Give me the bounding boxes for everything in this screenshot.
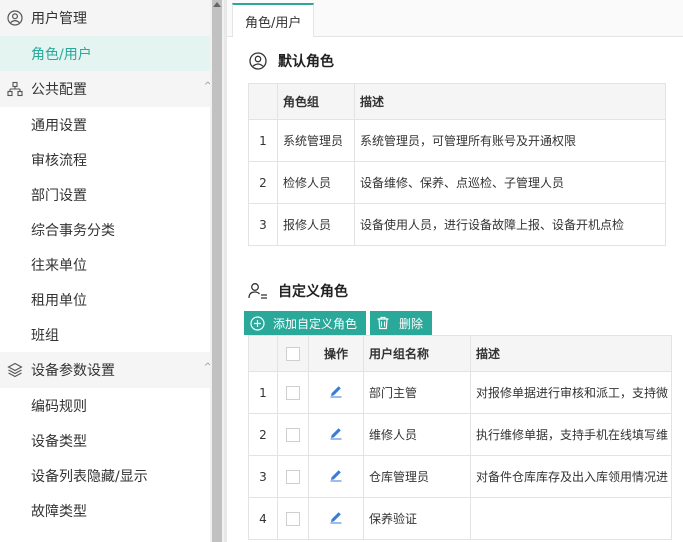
custom-roles-toolbar: 添加自定义角色 删除 (244, 311, 436, 335)
row-checkbox[interactable] (286, 385, 300, 400)
column-header-index (248, 83, 278, 120)
column-header-description: 描述 (354, 83, 666, 120)
column-header-operation: 操作 (308, 335, 364, 372)
sidebar-group-user-management[interactable]: 用户管理 (0, 0, 210, 36)
operation-cell (308, 371, 364, 414)
main-panel: 角色/用户 默认角色 角色组 描述 1 系统管理员 系统管理员，可管理所有账号及… (227, 0, 683, 542)
row-checkbox[interactable] (286, 427, 300, 442)
group-name-cell: 保养验证 (363, 497, 471, 540)
user-list-icon (248, 281, 268, 301)
group-name-cell: 仓库管理员 (363, 455, 471, 498)
column-header-select (277, 335, 309, 372)
sidebar: 用户管理 角色/用户 公共配置 ^ 通用设置 审核流程 部门设置 综合事务分类 … (0, 0, 210, 542)
table-row[interactable]: 1 系统管理员 系统管理员，可管理所有账号及开通权限 (248, 119, 666, 162)
delete-button[interactable]: 删除 (370, 311, 433, 335)
custom-roles-heading: 自定义角色 (248, 281, 348, 301)
custom-roles-title: 自定义角色 (278, 284, 348, 300)
table-row[interactable]: 2 检修人员 设备维修、保养、点巡检、子管理人员 (248, 161, 666, 204)
description-cell: 对报修单据进行审核和派工，支持微 (470, 371, 672, 414)
row-index: 2 (248, 413, 278, 456)
row-index: 3 (248, 203, 278, 246)
table-row[interactable]: 3 报修人员 设备使用人员，进行设备故障上报、设备开机点检 (248, 203, 666, 246)
table-header-row: 操作 用户组名称 描述 (248, 335, 672, 372)
custom-roles-table: 操作 用户组名称 描述 1 部门主管 对报修单据进行审核和派工，支持微 2 维修… (248, 335, 672, 540)
edit-pencil-icon[interactable] (329, 386, 343, 401)
table-header-row: 角色组 描述 (248, 83, 666, 120)
scroll-up-arrow-icon[interactable] (213, 2, 221, 7)
user-circle-icon (6, 9, 24, 27)
tab-roles-users[interactable]: 角色/用户 (232, 3, 315, 37)
sidebar-item-departments[interactable]: 部门设置 (0, 177, 210, 212)
sidebar-group-label: 公共配置 (31, 82, 87, 98)
default-roles-title: 默认角色 (278, 54, 334, 70)
select-cell (277, 497, 309, 540)
table-row[interactable]: 3 仓库管理员 对备件仓库库存及出入库领用情况进 (248, 455, 672, 498)
table-row[interactable]: 2 维修人员 执行维修单据，支持手机在线填写维 (248, 413, 672, 456)
hierarchy-icon (6, 80, 24, 98)
row-checkbox[interactable] (286, 469, 300, 484)
default-roles-table: 角色组 描述 1 系统管理员 系统管理员，可管理所有账号及开通权限 2 检修人员… (248, 83, 666, 246)
row-index: 4 (248, 497, 278, 540)
add-custom-role-button[interactable]: 添加自定义角色 (244, 311, 367, 335)
sidebar-item-teams[interactable]: 班组 (0, 317, 210, 352)
plus-circle-icon (249, 315, 265, 331)
description-cell: 设备维修、保养、点巡检、子管理人员 (354, 161, 666, 204)
table-row[interactable]: 1 部门主管 对报修单据进行审核和派工，支持微 (248, 371, 672, 414)
sidebar-group-label: 设备参数设置 (31, 363, 115, 379)
trash-icon (375, 315, 391, 331)
column-header-group-name: 用户组名称 (363, 335, 471, 372)
sidebar-item-fault-types[interactable]: 故障类型 (0, 493, 210, 528)
sidebar-group-label: 用户管理 (31, 11, 87, 27)
row-index: 1 (248, 371, 278, 414)
role-group-cell: 报修人员 (277, 203, 355, 246)
edit-pencil-icon[interactable] (329, 428, 343, 443)
description-cell: 执行维修单据，支持手机在线填写维 (470, 413, 672, 456)
column-header-index (248, 335, 278, 372)
description-cell: 设备使用人员，进行设备故障上报、设备开机点检 (354, 203, 666, 246)
sidebar-item-coding-rules[interactable]: 编码规则 (0, 388, 210, 423)
row-checkbox[interactable] (286, 511, 300, 526)
description-cell: 对备件仓库库存及出入库领用情况进 (470, 455, 672, 498)
layers-icon (6, 361, 24, 379)
add-custom-role-label: 添加自定义角色 (273, 316, 358, 331)
select-all-checkbox[interactable] (286, 346, 300, 361)
select-cell (277, 371, 309, 414)
operation-cell (308, 455, 364, 498)
table-row[interactable]: 4 保养验证 (248, 497, 672, 540)
select-cell (277, 455, 309, 498)
role-group-cell: 系统管理员 (277, 119, 355, 162)
select-cell (277, 413, 309, 456)
delete-label: 删除 (399, 316, 424, 331)
group-name-cell: 维修人员 (363, 413, 471, 456)
sidebar-item-roles-users[interactable]: 角色/用户 (0, 36, 210, 71)
column-header-description: 描述 (470, 335, 672, 372)
operation-cell (308, 413, 364, 456)
sidebar-item-device-list-visibility[interactable]: 设备列表隐藏/显示 (0, 458, 210, 493)
sidebar-item-approval-flow[interactable]: 审核流程 (0, 142, 210, 177)
operation-cell (308, 497, 364, 540)
description-cell (470, 497, 672, 540)
tab-bar: 角色/用户 (227, 0, 683, 37)
description-cell: 系统管理员，可管理所有账号及开通权限 (354, 119, 666, 162)
sidebar-item-partners[interactable]: 往来单位 (0, 247, 210, 282)
group-name-cell: 部门主管 (363, 371, 471, 414)
row-index: 2 (248, 161, 278, 204)
scrollbar-thumb[interactable] (212, 0, 222, 542)
edit-pencil-icon[interactable] (329, 470, 343, 485)
sidebar-item-affairs-category[interactable]: 综合事务分类 (0, 212, 210, 247)
sidebar-item-general-settings[interactable]: 通用设置 (0, 107, 210, 142)
row-index: 1 (248, 119, 278, 162)
row-index: 3 (248, 455, 278, 498)
sidebar-group-public-config[interactable]: 公共配置 ^ (0, 71, 210, 107)
column-header-role-group: 角色组 (277, 83, 355, 120)
edit-pencil-icon[interactable] (329, 512, 343, 527)
default-roles-heading: 默认角色 (248, 51, 334, 71)
sidebar-item-device-types[interactable]: 设备类型 (0, 423, 210, 458)
sidebar-scrollbar[interactable] (210, 0, 224, 542)
sidebar-item-tenants[interactable]: 租用单位 (0, 282, 210, 317)
sidebar-group-device-params[interactable]: 设备参数设置 ^ (0, 352, 210, 388)
role-group-cell: 检修人员 (277, 161, 355, 204)
user-circle-icon (248, 51, 268, 71)
